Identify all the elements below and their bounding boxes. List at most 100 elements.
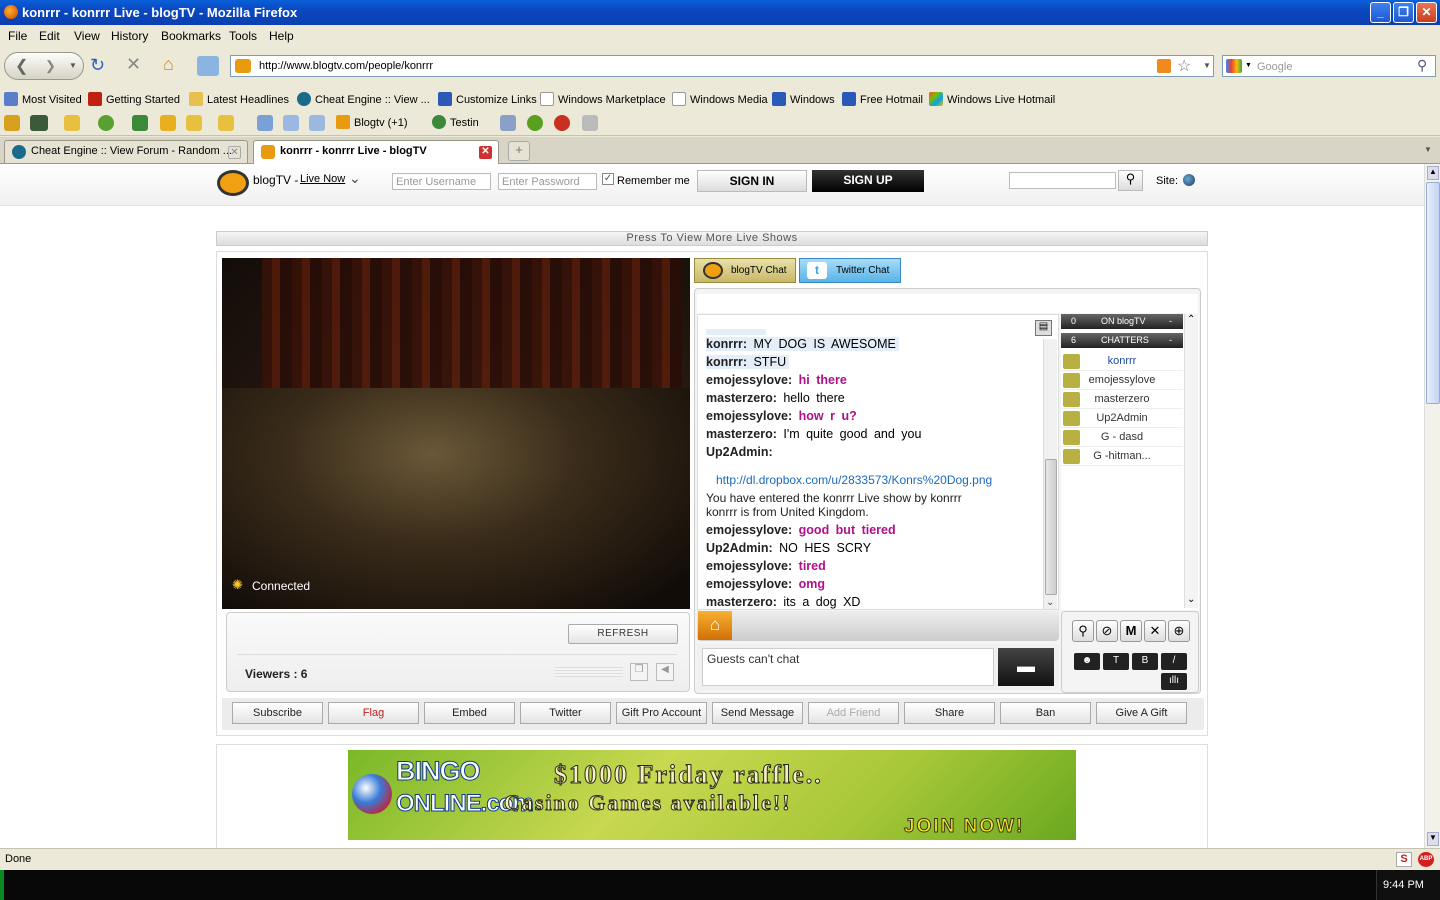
- tab-blogtv[interactable]: konrrr - konrrr Live - blogTV ✕: [253, 140, 499, 164]
- page-scrollbar[interactable]: ▲ ▼: [1424, 164, 1440, 848]
- start-edge[interactable]: [0, 870, 4, 900]
- url-dropdown-icon[interactable]: ▼: [1203, 61, 1211, 70]
- sign-up-button[interactable]: SIGN UP: [812, 170, 924, 192]
- chat-username[interactable]: masterzero:: [706, 391, 777, 405]
- twitter-button[interactable]: Twitter: [520, 702, 611, 724]
- chat-username[interactable]: konrrr:: [706, 337, 747, 351]
- maximize-button[interactable]: ❐: [1393, 2, 1414, 23]
- add-friend-button[interactable]: Add Friend: [808, 702, 899, 724]
- more-live-shows-bar[interactable]: Press To View More Live Shows: [216, 231, 1208, 246]
- menu-help[interactable]: Help: [269, 29, 294, 43]
- bookmark-customize-links[interactable]: Customize Links: [438, 92, 537, 106]
- moderator-icon[interactable]: M: [1120, 620, 1142, 642]
- home-icon[interactable]: ⌂: [698, 611, 732, 640]
- text-size-icon[interactable]: T: [1103, 653, 1129, 670]
- addon-status-icon[interactable]: S: [1396, 852, 1412, 867]
- chat-username[interactable]: emojessylove:: [706, 559, 792, 573]
- menu-view[interactable]: View: [74, 29, 100, 43]
- bookmark-windows-marketplace[interactable]: Windows Marketplace: [540, 92, 666, 106]
- back-arrow-icon[interactable]: ❮: [15, 56, 28, 76]
- menu-tools[interactable]: Tools: [229, 29, 257, 43]
- sign-in-button[interactable]: SIGN IN: [697, 170, 807, 192]
- rss-icon[interactable]: [1157, 59, 1171, 73]
- sticky-icon[interactable]: [186, 115, 202, 131]
- video-player[interactable]: ✺ Connected: [222, 258, 690, 609]
- link-icon[interactable]: [309, 115, 325, 131]
- equalizer-icon[interactable]: ıllı: [1161, 673, 1187, 690]
- pen-icon[interactable]: [582, 115, 598, 131]
- username-field[interactable]: Enter Username: [392, 173, 491, 190]
- collapse-icon[interactable]: -: [1169, 333, 1172, 347]
- chat-username[interactable]: Up2Admin:: [706, 445, 773, 459]
- chatter-item[interactable]: Up2Admin: [1061, 409, 1183, 428]
- chatter-item[interactable]: masterzero: [1061, 390, 1183, 409]
- globe-icon[interactable]: [1183, 174, 1195, 186]
- blogtv-chat-tab[interactable]: blogTV Chat: [694, 258, 796, 283]
- chat-messages[interactable]: ▤ konrrr: MY DOG IS AWESOME konrrr: STFU e…: [697, 314, 1059, 610]
- volume-slider[interactable]: [555, 667, 623, 677]
- save-chat-icon[interactable]: ▤: [1035, 320, 1052, 336]
- chat-username[interactable]: Up2Admin:: [706, 541, 773, 555]
- check-icon[interactable]: [257, 115, 273, 131]
- live-now-link[interactable]: Live Now: [300, 173, 345, 185]
- menu-history[interactable]: History: [111, 29, 148, 43]
- bookmark-latest-headlines[interactable]: Latest Headlines: [189, 92, 289, 106]
- search-icon[interactable]: ⚲: [1118, 170, 1143, 191]
- share-button[interactable]: Share: [904, 702, 995, 724]
- tools-icon[interactable]: ✕: [1144, 620, 1166, 642]
- menu-edit[interactable]: Edit: [39, 29, 60, 43]
- key-icon[interactable]: [4, 115, 20, 131]
- menu-file[interactable]: File: [8, 29, 27, 43]
- page-tool-icon[interactable]: [218, 115, 234, 131]
- blogtv-logo-icon[interactable]: [217, 170, 249, 196]
- send-message-icon[interactable]: ▬: [998, 648, 1054, 686]
- search-icon[interactable]: ⚲: [1072, 620, 1094, 642]
- italic-icon[interactable]: /: [1161, 653, 1187, 670]
- globe-icon[interactable]: ⊕: [1168, 620, 1190, 642]
- chatter-item[interactable]: G -hitman...: [1061, 447, 1183, 466]
- chatters-header[interactable]: 6 CHATTERS -: [1061, 333, 1183, 348]
- notes-icon[interactable]: [64, 115, 80, 131]
- blogtv-addon-button[interactable]: Blogtv (+1): [336, 115, 408, 129]
- chat-username[interactable]: emojessylove:: [706, 373, 792, 387]
- embed-button[interactable]: Embed: [424, 702, 515, 724]
- forward-arrow-icon[interactable]: ❯: [45, 58, 56, 74]
- chatters-scrollbar[interactable]: ⌃ ⌄: [1184, 314, 1198, 608]
- bookmark-windows[interactable]: Windows: [772, 92, 835, 106]
- menu-bookmarks[interactable]: Bookmarks: [161, 29, 221, 43]
- bookmark-windows-media[interactable]: Windows Media: [672, 92, 768, 106]
- record-icon[interactable]: [554, 115, 570, 131]
- bookmark-free-hotmail[interactable]: Free Hotmail: [842, 92, 923, 106]
- scroll-down-icon[interactable]: ▼: [1427, 832, 1439, 846]
- bingo-ad-banner[interactable]: BINGO ONLINE.com $1000 Friday raffle.. C…: [348, 750, 1076, 840]
- scroll-up-icon[interactable]: ⌃: [1187, 314, 1195, 325]
- bold-icon[interactable]: B: [1132, 653, 1158, 670]
- url-bar[interactable]: http://www.blogtv.com/people/konrrr ☆ ▼: [230, 55, 1214, 77]
- scrollbar-thumb[interactable]: [1426, 182, 1440, 404]
- give-a-gift-button[interactable]: Give A Gift: [1096, 702, 1187, 724]
- tab-cheat-engine[interactable]: Cheat Engine :: View Forum - Random ... …: [4, 140, 248, 163]
- history-dropdown-icon[interactable]: ▼: [69, 61, 77, 70]
- adblock-icon[interactable]: ABP: [1418, 852, 1434, 867]
- refresh-button[interactable]: REFRESH: [568, 624, 678, 644]
- testin-button[interactable]: Testin: [432, 115, 479, 129]
- fullscreen-icon[interactable]: ❐: [630, 663, 648, 681]
- window-titlebar[interactable]: konrrr - konrrr Live - blogTV - Mozilla …: [0, 0, 1440, 25]
- minimize-button[interactable]: _: [1370, 2, 1391, 23]
- bolt-icon[interactable]: [527, 115, 543, 131]
- chat-link[interactable]: http://dl.dropbox.com/u/2833573/Konrs%20…: [716, 473, 992, 487]
- speaker-icon[interactable]: ◀: [656, 663, 674, 681]
- emoticon-icon[interactable]: ☻: [1074, 653, 1100, 670]
- chat-username[interactable]: emojessylove:: [706, 409, 792, 423]
- scroll-down-icon[interactable]: ⌄: [1046, 597, 1054, 608]
- addon-icon[interactable]: [197, 56, 219, 76]
- search-box[interactable]: ▼ Google ⚲: [1222, 55, 1436, 77]
- people-icon[interactable]: [132, 115, 148, 131]
- tools-icon[interactable]: [30, 115, 48, 131]
- password-field[interactable]: Enter Password: [498, 173, 597, 190]
- chat-input[interactable]: Guests can't chat: [702, 648, 994, 686]
- chat-username[interactable]: emojessylove:: [706, 523, 792, 537]
- google-icon[interactable]: [1226, 59, 1242, 73]
- send-message-button[interactable]: Send Message: [712, 702, 803, 724]
- star-icon[interactable]: [160, 115, 176, 131]
